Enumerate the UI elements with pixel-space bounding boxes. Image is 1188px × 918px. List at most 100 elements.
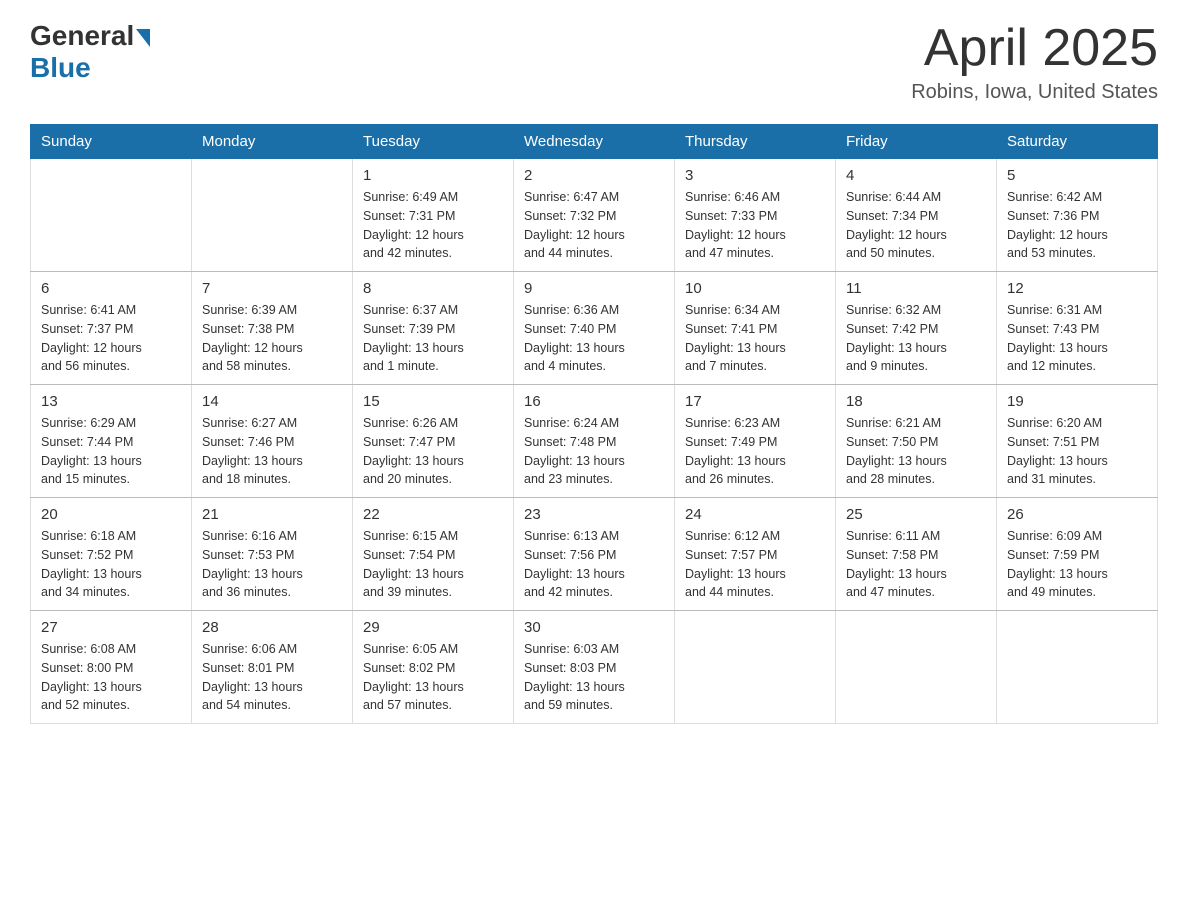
calendar-day-header: Saturday	[997, 125, 1158, 159]
calendar-cell: 8 Sunrise: 6:37 AM Sunset: 7:39 PM Daylig…	[353, 272, 514, 385]
day-number: 25	[846, 506, 986, 523]
calendar-cell: 25 Sunrise: 6:11 AM Sunset: 7:58 PM Dayli…	[836, 498, 997, 611]
calendar-week-row: 20 Sunrise: 6:18 AM Sunset: 7:52 PM Dayli…	[31, 498, 1158, 611]
day-info: Sunrise: 6:15 AM Sunset: 7:54 PM Dayligh…	[363, 527, 503, 602]
day-number: 28	[202, 619, 342, 636]
calendar-cell: 16 Sunrise: 6:24 AM Sunset: 7:48 PM Dayli…	[514, 385, 675, 498]
day-number: 30	[524, 619, 664, 636]
day-number: 1	[363, 167, 503, 184]
calendar-cell: 7 Sunrise: 6:39 AM Sunset: 7:38 PM Daylig…	[192, 272, 353, 385]
day-number: 8	[363, 280, 503, 297]
day-info: Sunrise: 6:34 AM Sunset: 7:41 PM Dayligh…	[685, 301, 825, 376]
logo-general-text: General	[30, 20, 134, 52]
day-number: 29	[363, 619, 503, 636]
calendar-cell: 10 Sunrise: 6:34 AM Sunset: 7:41 PM Dayli…	[675, 272, 836, 385]
calendar-cell: 3 Sunrise: 6:46 AM Sunset: 7:33 PM Daylig…	[675, 159, 836, 272]
calendar-cell: 29 Sunrise: 6:05 AM Sunset: 8:02 PM Dayli…	[353, 611, 514, 724]
day-info: Sunrise: 6:44 AM Sunset: 7:34 PM Dayligh…	[846, 188, 986, 263]
day-number: 17	[685, 393, 825, 410]
day-number: 7	[202, 280, 342, 297]
day-number: 12	[1007, 280, 1147, 297]
calendar-cell: 30 Sunrise: 6:03 AM Sunset: 8:03 PM Dayli…	[514, 611, 675, 724]
calendar-cell	[997, 611, 1158, 724]
day-number: 18	[846, 393, 986, 410]
day-info: Sunrise: 6:26 AM Sunset: 7:47 PM Dayligh…	[363, 414, 503, 489]
logo: General Blue	[30, 20, 152, 84]
day-info: Sunrise: 6:12 AM Sunset: 7:57 PM Dayligh…	[685, 527, 825, 602]
calendar-cell: 4Sunrise: 6:44 AM Sunset: 7:34 PM Daylig…	[836, 159, 997, 272]
calendar-day-header: Friday	[836, 125, 997, 159]
day-number: 23	[524, 506, 664, 523]
day-info: Sunrise: 6:23 AM Sunset: 7:49 PM Dayligh…	[685, 414, 825, 489]
day-number: 15	[363, 393, 503, 410]
day-number: 3	[685, 167, 825, 184]
day-number: 6	[41, 280, 181, 297]
day-number: 10	[685, 280, 825, 297]
calendar-cell: 23 Sunrise: 6:13 AM Sunset: 7:56 PM Dayli…	[514, 498, 675, 611]
day-info: Sunrise: 6:11 AM Sunset: 7:58 PM Dayligh…	[846, 527, 986, 602]
day-number: 9	[524, 280, 664, 297]
day-info: Sunrise: 6:27 AM Sunset: 7:46 PM Dayligh…	[202, 414, 342, 489]
day-info: Sunrise: 6:46 AM Sunset: 7:33 PM Dayligh…	[685, 188, 825, 263]
day-number: 13	[41, 393, 181, 410]
day-number: 21	[202, 506, 342, 523]
calendar-cell: 6 Sunrise: 6:41 AM Sunset: 7:37 PM Daylig…	[31, 272, 192, 385]
calendar-cell	[675, 611, 836, 724]
calendar-day-header: Sunday	[31, 125, 192, 159]
calendar-cell: 20 Sunrise: 6:18 AM Sunset: 7:52 PM Dayli…	[31, 498, 192, 611]
logo-triangle-icon	[136, 29, 150, 47]
day-info: Sunrise: 6:20 AM Sunset: 7:51 PM Dayligh…	[1007, 414, 1147, 489]
day-info: Sunrise: 6:05 AM Sunset: 8:02 PM Dayligh…	[363, 640, 503, 715]
day-info: Sunrise: 6:24 AM Sunset: 7:48 PM Dayligh…	[524, 414, 664, 489]
calendar-cell: 5Sunrise: 6:42 AM Sunset: 7:36 PM Daylig…	[997, 159, 1158, 272]
day-info: Sunrise: 6:21 AM Sunset: 7:50 PM Dayligh…	[846, 414, 986, 489]
day-info: Sunrise: 6:41 AM Sunset: 7:37 PM Dayligh…	[41, 301, 181, 376]
day-info: Sunrise: 6:31 AM Sunset: 7:43 PM Dayligh…	[1007, 301, 1147, 376]
calendar-cell: 13 Sunrise: 6:29 AM Sunset: 7:44 PM Dayli…	[31, 385, 192, 498]
day-info: Sunrise: 6:37 AM Sunset: 7:39 PM Dayligh…	[363, 301, 503, 376]
calendar-cell: 17 Sunrise: 6:23 AM Sunset: 7:49 PM Dayli…	[675, 385, 836, 498]
calendar-cell: 28 Sunrise: 6:06 AM Sunset: 8:01 PM Dayli…	[192, 611, 353, 724]
calendar-cell: 14 Sunrise: 6:27 AM Sunset: 7:46 PM Dayli…	[192, 385, 353, 498]
day-number: 14	[202, 393, 342, 410]
calendar-week-row: 27Sunrise: 6:08 AM Sunset: 8:00 PM Dayli…	[31, 611, 1158, 724]
calendar-day-header: Wednesday	[514, 125, 675, 159]
day-info: Sunrise: 6:06 AM Sunset: 8:01 PM Dayligh…	[202, 640, 342, 715]
day-number: 2	[524, 167, 664, 184]
day-number: 19	[1007, 393, 1147, 410]
day-info: Sunrise: 6:32 AM Sunset: 7:42 PM Dayligh…	[846, 301, 986, 376]
day-info: Sunrise: 6:08 AM Sunset: 8:00 PM Dayligh…	[41, 640, 181, 715]
calendar-cell: 11 Sunrise: 6:32 AM Sunset: 7:42 PM Dayli…	[836, 272, 997, 385]
day-number: 26	[1007, 506, 1147, 523]
day-info: Sunrise: 6:09 AM Sunset: 7:59 PM Dayligh…	[1007, 527, 1147, 602]
calendar-cell	[836, 611, 997, 724]
day-info: Sunrise: 6:49 AM Sunset: 7:31 PM Dayligh…	[363, 188, 503, 263]
calendar-day-header: Tuesday	[353, 125, 514, 159]
day-info: Sunrise: 6:39 AM Sunset: 7:38 PM Dayligh…	[202, 301, 342, 376]
calendar-cell: 12 Sunrise: 6:31 AM Sunset: 7:43 PM Dayli…	[997, 272, 1158, 385]
page-header: General Blue April 2025 Robins, Iowa, Un…	[30, 20, 1158, 104]
day-info: Sunrise: 6:18 AM Sunset: 7:52 PM Dayligh…	[41, 527, 181, 602]
calendar-cell: 21Sunrise: 6:16 AM Sunset: 7:53 PM Dayli…	[192, 498, 353, 611]
day-number: 16	[524, 393, 664, 410]
calendar-week-row: 1 Sunrise: 6:49 AM Sunset: 7:31 PM Daylig…	[31, 159, 1158, 272]
day-info: Sunrise: 6:36 AM Sunset: 7:40 PM Dayligh…	[524, 301, 664, 376]
day-info: Sunrise: 6:03 AM Sunset: 8:03 PM Dayligh…	[524, 640, 664, 715]
day-number: 11	[846, 280, 986, 297]
day-info: Sunrise: 6:42 AM Sunset: 7:36 PM Dayligh…	[1007, 188, 1147, 263]
calendar-cell: 2Sunrise: 6:47 AM Sunset: 7:32 PM Daylig…	[514, 159, 675, 272]
calendar-cell	[192, 159, 353, 272]
calendar-table: SundayMondayTuesdayWednesdayThursdayFrid…	[30, 124, 1158, 724]
day-number: 20	[41, 506, 181, 523]
day-info: Sunrise: 6:29 AM Sunset: 7:44 PM Dayligh…	[41, 414, 181, 489]
calendar-week-row: 6 Sunrise: 6:41 AM Sunset: 7:37 PM Daylig…	[31, 272, 1158, 385]
calendar-cell: 27Sunrise: 6:08 AM Sunset: 8:00 PM Dayli…	[31, 611, 192, 724]
calendar-day-header: Monday	[192, 125, 353, 159]
calendar-cell: 15 Sunrise: 6:26 AM Sunset: 7:47 PM Dayli…	[353, 385, 514, 498]
calendar-cell: 19 Sunrise: 6:20 AM Sunset: 7:51 PM Dayli…	[997, 385, 1158, 498]
day-info: Sunrise: 6:13 AM Sunset: 7:56 PM Dayligh…	[524, 527, 664, 602]
title-section: April 2025 Robins, Iowa, United States	[911, 20, 1158, 104]
calendar-cell: 26 Sunrise: 6:09 AM Sunset: 7:59 PM Dayli…	[997, 498, 1158, 611]
calendar-day-header: Thursday	[675, 125, 836, 159]
month-title: April 2025	[911, 20, 1158, 77]
